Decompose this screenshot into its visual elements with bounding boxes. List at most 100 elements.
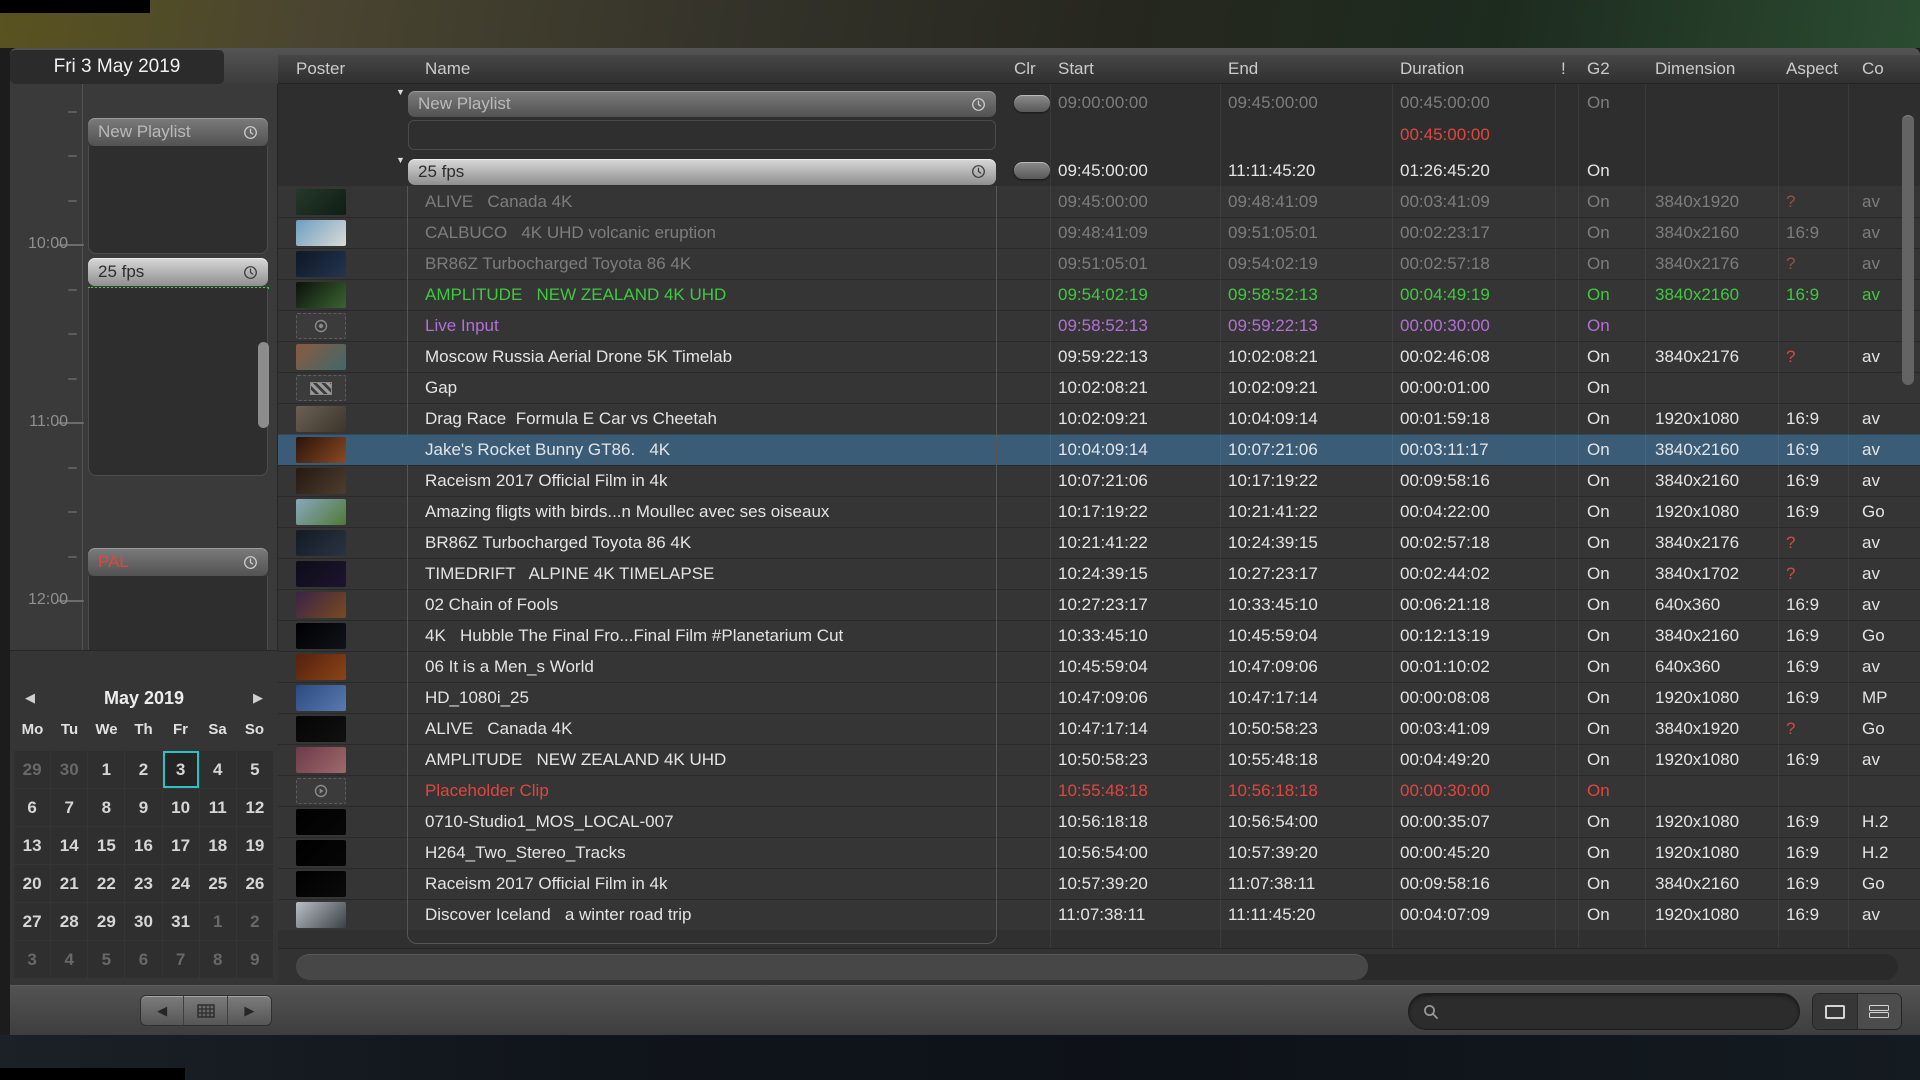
calendar-day[interactable]: 28 <box>51 903 87 940</box>
calendar-day[interactable]: 9 <box>125 789 161 826</box>
calendar-day[interactable]: 1 <box>200 903 236 940</box>
calendar-day[interactable]: 4 <box>200 751 236 788</box>
playlist-group-row[interactable]: ▼25 fps09:45:00:0011:11:45:2001:26:45:20… <box>278 155 1920 186</box>
search-input[interactable] <box>1447 1003 1777 1021</box>
table-row[interactable]: CALBUCO 4K UHD volcanic eruption09:48:41… <box>278 217 1920 248</box>
calendar-day-selected[interactable]: 3 <box>163 751 199 788</box>
table-row[interactable]: 4K Hubble The Final Fro...Final Film #Pl… <box>278 620 1920 651</box>
calendar-day[interactable]: 18 <box>200 827 236 864</box>
column-header-clr[interactable]: Clr <box>1008 55 1050 83</box>
table-row[interactable]: Gap10:02:08:2110:02:09:2100:00:01:00On <box>278 372 1920 403</box>
calendar-day[interactable]: 20 <box>14 865 50 902</box>
table-row[interactable]: ALIVE Canada 4K10:47:17:1410:50:58:2300:… <box>278 713 1920 744</box>
calendar-day[interactable]: 14 <box>51 827 87 864</box>
calendar-day[interactable]: 1 <box>88 751 124 788</box>
disclosure-triangle-icon[interactable]: ▼ <box>396 88 405 97</box>
search-field[interactable] <box>1408 993 1800 1030</box>
table-row[interactable]: Live Input09:58:52:1309:59:22:1300:00:30… <box>278 310 1920 341</box>
table-row[interactable]: BR86Z Turbocharged Toyota 86 4K10:21:41:… <box>278 527 1920 558</box>
timeline-scrollbar-thumb[interactable] <box>258 342 269 428</box>
table-row[interactable]: TIMEDRIFT ALPINE 4K TIMELAPSE10:24:39:15… <box>278 558 1920 589</box>
calendar-day[interactable]: 16 <box>125 827 161 864</box>
calendar-day[interactable]: 15 <box>88 827 124 864</box>
table-row[interactable]: Raceism 2017 Official Film in 4k10:07:21… <box>278 465 1920 496</box>
table-row[interactable]: 0710-Studio1_MOS_LOCAL-00710:56:18:1810:… <box>278 806 1920 837</box>
playlist-group-row[interactable]: ▼New Playlist09:00:00:0009:45:00:0000:45… <box>278 88 1920 118</box>
calendar-prev-month-button[interactable]: ◀ <box>10 690 50 706</box>
calendar-day[interactable]: 24 <box>163 865 199 902</box>
column-header-end[interactable]: End <box>1220 55 1392 83</box>
playlist-group-pill[interactable]: ▼New Playlist <box>408 91 996 117</box>
table-row[interactable]: Discover Iceland a winter road trip11:07… <box>278 899 1920 930</box>
table-row[interactable]: H264_Two_Stereo_Tracks10:56:54:0010:57:3… <box>278 837 1920 868</box>
calendar-next-month-button[interactable]: ▶ <box>238 690 278 706</box>
day-timeline[interactable]: New Playlist 25 fps <box>10 84 278 650</box>
calendar-day[interactable]: 4 <box>51 941 87 978</box>
vertical-scrollbar-thumb[interactable] <box>1902 115 1914 385</box>
table-row[interactable]: Jake's Rocket Bunny GT86. 4K10:04:09:141… <box>278 434 1920 465</box>
timeline-block-25fps[interactable]: 25 fps <box>88 258 268 286</box>
column-header-duration[interactable]: Duration <box>1392 55 1555 83</box>
calendar-day[interactable]: 5 <box>88 941 124 978</box>
horizontal-scrollbar-thumb[interactable] <box>296 954 1368 980</box>
table-row[interactable]: Moscow Russia Aerial Drone 5K Timelab09:… <box>278 341 1920 372</box>
calendar-day[interactable]: 10 <box>163 789 199 826</box>
calendar-day[interactable]: 29 <box>14 751 50 788</box>
calendar-day[interactable]: 9 <box>237 941 273 978</box>
timeline-block-new-playlist[interactable]: New Playlist <box>88 118 268 146</box>
calendar-day[interactable]: 6 <box>14 789 50 826</box>
calendar-day[interactable]: 7 <box>51 789 87 826</box>
calendar-day[interactable]: 27 <box>14 903 50 940</box>
table-row[interactable]: Placeholder Clip10:55:48:1810:56:18:1800… <box>278 775 1920 806</box>
color-label-button[interactable] <box>1014 95 1050 112</box>
calendar-day[interactable]: 21 <box>51 865 87 902</box>
column-header-g2[interactable]: G2 <box>1578 55 1645 83</box>
calendar-day[interactable]: 25 <box>200 865 236 902</box>
timeline-block-pal[interactable]: PAL <box>88 548 268 576</box>
column-header-start[interactable]: Start <box>1050 55 1220 83</box>
calendar-day[interactable]: 30 <box>51 751 87 788</box>
table-row[interactable]: HD_1080i_2510:47:09:0610:47:17:1400:00:0… <box>278 682 1920 713</box>
column-header-dimension[interactable]: Dimension <box>1645 55 1778 83</box>
calendar-day[interactable]: 2 <box>237 903 273 940</box>
disclosure-triangle-icon[interactable]: ▼ <box>396 155 405 165</box>
calendar-day[interactable]: 5 <box>237 751 273 788</box>
table-row[interactable]: 06 It is a Men_s World10:45:59:0410:47:0… <box>278 651 1920 682</box>
calendar-day[interactable]: 13 <box>14 827 50 864</box>
calendar-day[interactable]: 8 <box>200 941 236 978</box>
calendar-day[interactable]: 3 <box>14 941 50 978</box>
calendar-day[interactable]: 22 <box>88 865 124 902</box>
table-row[interactable]: AMPLITUDE NEW ZEALAND 4K UHD09:54:02:190… <box>278 279 1920 310</box>
next-day-button[interactable]: ▶ <box>228 996 271 1025</box>
table-row[interactable]: ALIVE Canada 4K09:45:00:0009:48:41:0900:… <box>278 186 1920 217</box>
calendar-day[interactable]: 17 <box>163 827 199 864</box>
calendar-day[interactable]: 11 <box>200 789 236 826</box>
calendar-day[interactable]: 19 <box>237 827 273 864</box>
previous-day-button[interactable]: ◀ <box>141 996 184 1025</box>
calendar-day[interactable]: 26 <box>237 865 273 902</box>
calendar-day[interactable]: 23 <box>125 865 161 902</box>
table-row[interactable]: Amazing fligts with birds...n Moullec av… <box>278 496 1920 527</box>
table-row[interactable]: 02 Chain of Fools10:27:23:1710:33:45:100… <box>278 589 1920 620</box>
column-header-name[interactable]: Name <box>390 55 1008 83</box>
color-label-button[interactable] <box>1014 162 1050 179</box>
list-view-button[interactable] <box>1857 994 1901 1029</box>
table-row[interactable]: BR86Z Turbocharged Toyota 86 4K09:51:05:… <box>278 248 1920 279</box>
calendar-day[interactable]: 31 <box>163 903 199 940</box>
calendar-day[interactable]: 30 <box>125 903 161 940</box>
calendar-day[interactable]: 12 <box>237 789 273 826</box>
column-header-[interactable]: ! <box>1555 55 1578 83</box>
calendar-day[interactable]: 8 <box>88 789 124 826</box>
column-header-poster[interactable]: Poster <box>278 55 390 83</box>
calendar-day[interactable]: 7 <box>163 941 199 978</box>
calendar-day[interactable]: 2 <box>125 751 161 788</box>
column-header-aspect[interactable]: Aspect <box>1778 55 1848 83</box>
column-header-co[interactable]: Co <box>1848 55 1920 83</box>
playlist-group-pill[interactable]: ▼25 fps <box>408 159 996 185</box>
table-row[interactable]: Drag Race Formula E Car vs Cheetah10:02:… <box>278 403 1920 434</box>
table-row[interactable]: Raceism 2017 Official Film in 4k10:57:39… <box>278 868 1920 899</box>
single-view-button[interactable] <box>1813 994 1857 1029</box>
calendar-day[interactable]: 6 <box>125 941 161 978</box>
table-row[interactable]: AMPLITUDE NEW ZEALAND 4K UHD10:50:58:231… <box>278 744 1920 775</box>
calendar-view-button[interactable] <box>184 996 227 1025</box>
